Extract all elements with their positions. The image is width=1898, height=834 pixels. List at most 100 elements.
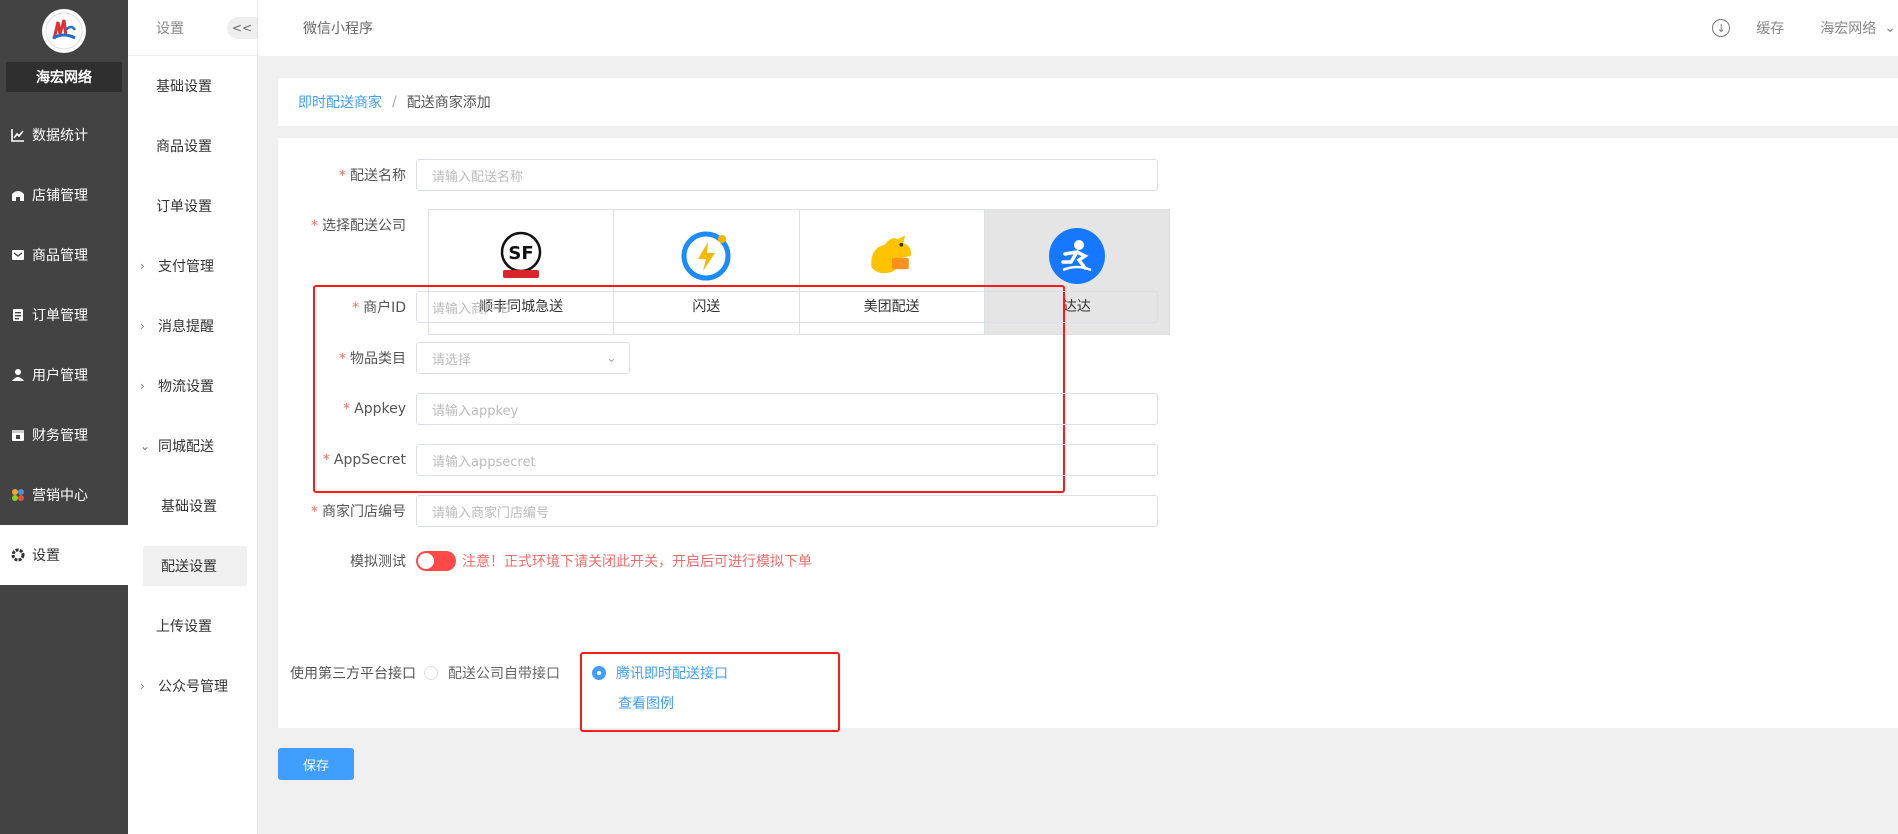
merchant-id-input[interactable]: 请输入商户ID	[416, 291, 1158, 323]
delivery-name-input[interactable]: 请输入配送名称	[416, 159, 1158, 191]
field-label: * 选择配送公司	[311, 218, 406, 234]
kangaroo-icon	[864, 228, 920, 284]
field-row-merchant-id: * 商户ID 请输入商户ID	[278, 291, 1158, 323]
nav-item-marketing[interactable]: 营销中心	[0, 465, 128, 525]
breadcrumb-separator: /	[392, 94, 397, 110]
field-label: 模拟测试	[350, 554, 406, 570]
user-menu[interactable]: 海宏网络	[1820, 18, 1876, 38]
submenu-selected-wrap: 配送设置	[128, 536, 257, 596]
brand-name: 海宏网络	[6, 62, 122, 92]
logo-area	[0, 0, 128, 62]
chevron-right-icon: ›	[140, 379, 145, 393]
user-icon	[10, 367, 26, 383]
save-button[interactable]: 保存	[278, 748, 354, 780]
nav-item-goods[interactable]: 商品管理	[0, 225, 128, 285]
goods-icon	[10, 247, 26, 263]
category-select[interactable]: 请选择 ⌄	[416, 342, 630, 374]
field-row-third-party: 使用第三方平台接口 配送公司自带接口 腾讯即时配送接口	[278, 663, 728, 683]
download-icon[interactable]: ↓	[1712, 19, 1731, 37]
submenu-item-delivery-basic[interactable]: 基础设置	[128, 476, 257, 536]
nav-item-users[interactable]: 用户管理	[0, 345, 128, 405]
order-icon	[10, 307, 26, 323]
chevron-down-icon[interactable]: ⌄	[1884, 20, 1896, 36]
field-label: * Appkey	[343, 401, 406, 417]
nav-item-orders[interactable]: 订单管理	[0, 285, 128, 345]
submenu-label: 公众号管理	[158, 679, 228, 695]
field-row-mock-test: 模拟测试 注意！正式环境下请关闭此开关，开启后可进行模拟下单	[278, 551, 812, 571]
radio-tencent-interface[interactable]: 腾讯即时配送接口	[592, 663, 728, 683]
chevron-down-icon: ⌄	[606, 350, 617, 366]
chart-icon	[10, 127, 26, 143]
submenu-group-local-delivery[interactable]: ⌄ 同城配送	[128, 416, 257, 476]
mock-test-toggle[interactable]	[416, 551, 456, 571]
field-row-category: * 物品类目 请选择 ⌄	[278, 342, 630, 374]
nav-item-finance[interactable]: 财务管理	[0, 405, 128, 465]
dada-runner-icon	[1048, 228, 1105, 284]
field-label: * 配送名称	[339, 168, 406, 184]
submenu-label: 消息提醒	[158, 319, 214, 335]
chevron-right-icon: ›	[140, 259, 145, 273]
sf-logo-icon: SF	[493, 228, 549, 284]
field-row-appkey: * Appkey 请输入appkey	[278, 393, 1158, 425]
nav-item-settings[interactable]: 设置	[0, 525, 128, 585]
submenu-group-logistics[interactable]: › 物流设置	[128, 356, 257, 416]
cache-button[interactable]: 缓存	[1756, 18, 1784, 38]
nav-label: 营销中心	[32, 488, 88, 504]
submenu-group-official-account[interactable]: › 公众号管理	[128, 656, 257, 716]
topbar: 微信小程序 ↓ 缓存 海宏网络 ⌄	[258, 0, 1898, 56]
marketing-icon	[10, 487, 26, 503]
breadcrumb-parent[interactable]: 即时配送商家	[298, 92, 382, 112]
nav-label: 财务管理	[32, 428, 88, 444]
svg-text:SF: SF	[508, 243, 533, 264]
shop-icon	[10, 187, 26, 203]
shop-no-input[interactable]: 请输入商家门店编号	[416, 495, 1158, 527]
submenu-item-goods[interactable]: 商品设置	[128, 116, 257, 176]
submenu-group-message[interactable]: › 消息提醒	[128, 296, 257, 356]
appsecret-input[interactable]: 请输入appsecret	[416, 444, 1158, 476]
view-example-link[interactable]: 查看图例	[618, 693, 674, 713]
radio-dot	[592, 666, 606, 680]
view-example-row: 查看图例	[618, 693, 674, 713]
topbar-title[interactable]: 微信小程序	[303, 18, 373, 38]
field-label: * 商户ID	[352, 300, 406, 316]
collapse-button[interactable]: <<	[227, 16, 257, 39]
submenu-item-basic[interactable]: 基础设置	[128, 56, 257, 116]
field-row-shop-no: * 商家门店编号 请输入商家门店编号	[278, 495, 1158, 527]
submenu-group-payment[interactable]: › 支付管理	[128, 236, 257, 296]
chevron-down-icon: ⌄	[140, 439, 151, 453]
main-nav: 数据统计 店铺管理 商品管理 订单管理 用户管理 财务管理 营销中心 设置	[0, 105, 128, 585]
submenu-label: 同城配送	[158, 439, 214, 455]
nav-label: 设置	[32, 548, 60, 564]
field-label: * 物品类目	[339, 351, 406, 367]
field-label: 使用第三方平台接口	[290, 666, 416, 682]
submenu-item-order[interactable]: 订单设置	[128, 176, 257, 236]
submenu-header: 设置 <<	[128, 0, 257, 56]
radio-label: 腾讯即时配送接口	[616, 666, 728, 682]
topbar-actions: ↓ 缓存 海宏网络 ⌄	[1712, 0, 1898, 56]
gear-icon	[10, 547, 26, 563]
appkey-input[interactable]: 请输入appkey	[416, 393, 1158, 425]
nav-label: 订单管理	[32, 308, 88, 324]
nav-label: 数据统计	[32, 128, 88, 144]
nav-item-data-stats[interactable]: 数据统计	[0, 105, 128, 165]
lightning-icon	[678, 228, 734, 284]
field-row-appsecret: * AppSecret 请输入appsecret	[278, 444, 1158, 476]
radio-self-interface[interactable]: 配送公司自带接口	[424, 663, 560, 683]
settings-submenu: 设置 << 基础设置 商品设置 订单设置 › 支付管理 › 消息提醒 › 物流设…	[128, 0, 258, 834]
nav-item-shop[interactable]: 店铺管理	[0, 165, 128, 225]
select-placeholder: 请选择	[432, 352, 472, 368]
chevron-right-icon: ›	[140, 319, 145, 333]
nav-label: 商品管理	[32, 248, 88, 264]
chevron-right-icon: ›	[140, 679, 145, 693]
radio-label: 配送公司自带接口	[448, 666, 560, 682]
breadcrumb: 即时配送商家 / 配送商家添加	[278, 78, 1898, 126]
submenu-item-upload[interactable]: 上传设置	[128, 596, 257, 656]
main-sidebar: 海宏网络 数据统计 店铺管理 商品管理 订单管理 用户管理 财务管理 营销中心	[0, 0, 128, 834]
submenu-label: 支付管理	[158, 259, 214, 275]
breadcrumb-current: 配送商家添加	[406, 95, 491, 111]
nav-label: 店铺管理	[32, 188, 88, 204]
submenu-item-delivery-settings[interactable]: 配送设置	[143, 546, 247, 586]
field-row-name: * 配送名称 请输入配送名称	[278, 159, 1158, 191]
mock-test-warning: 注意！正式环境下请关闭此开关，开启后可进行模拟下单	[462, 554, 812, 570]
brand-logo	[42, 9, 86, 53]
